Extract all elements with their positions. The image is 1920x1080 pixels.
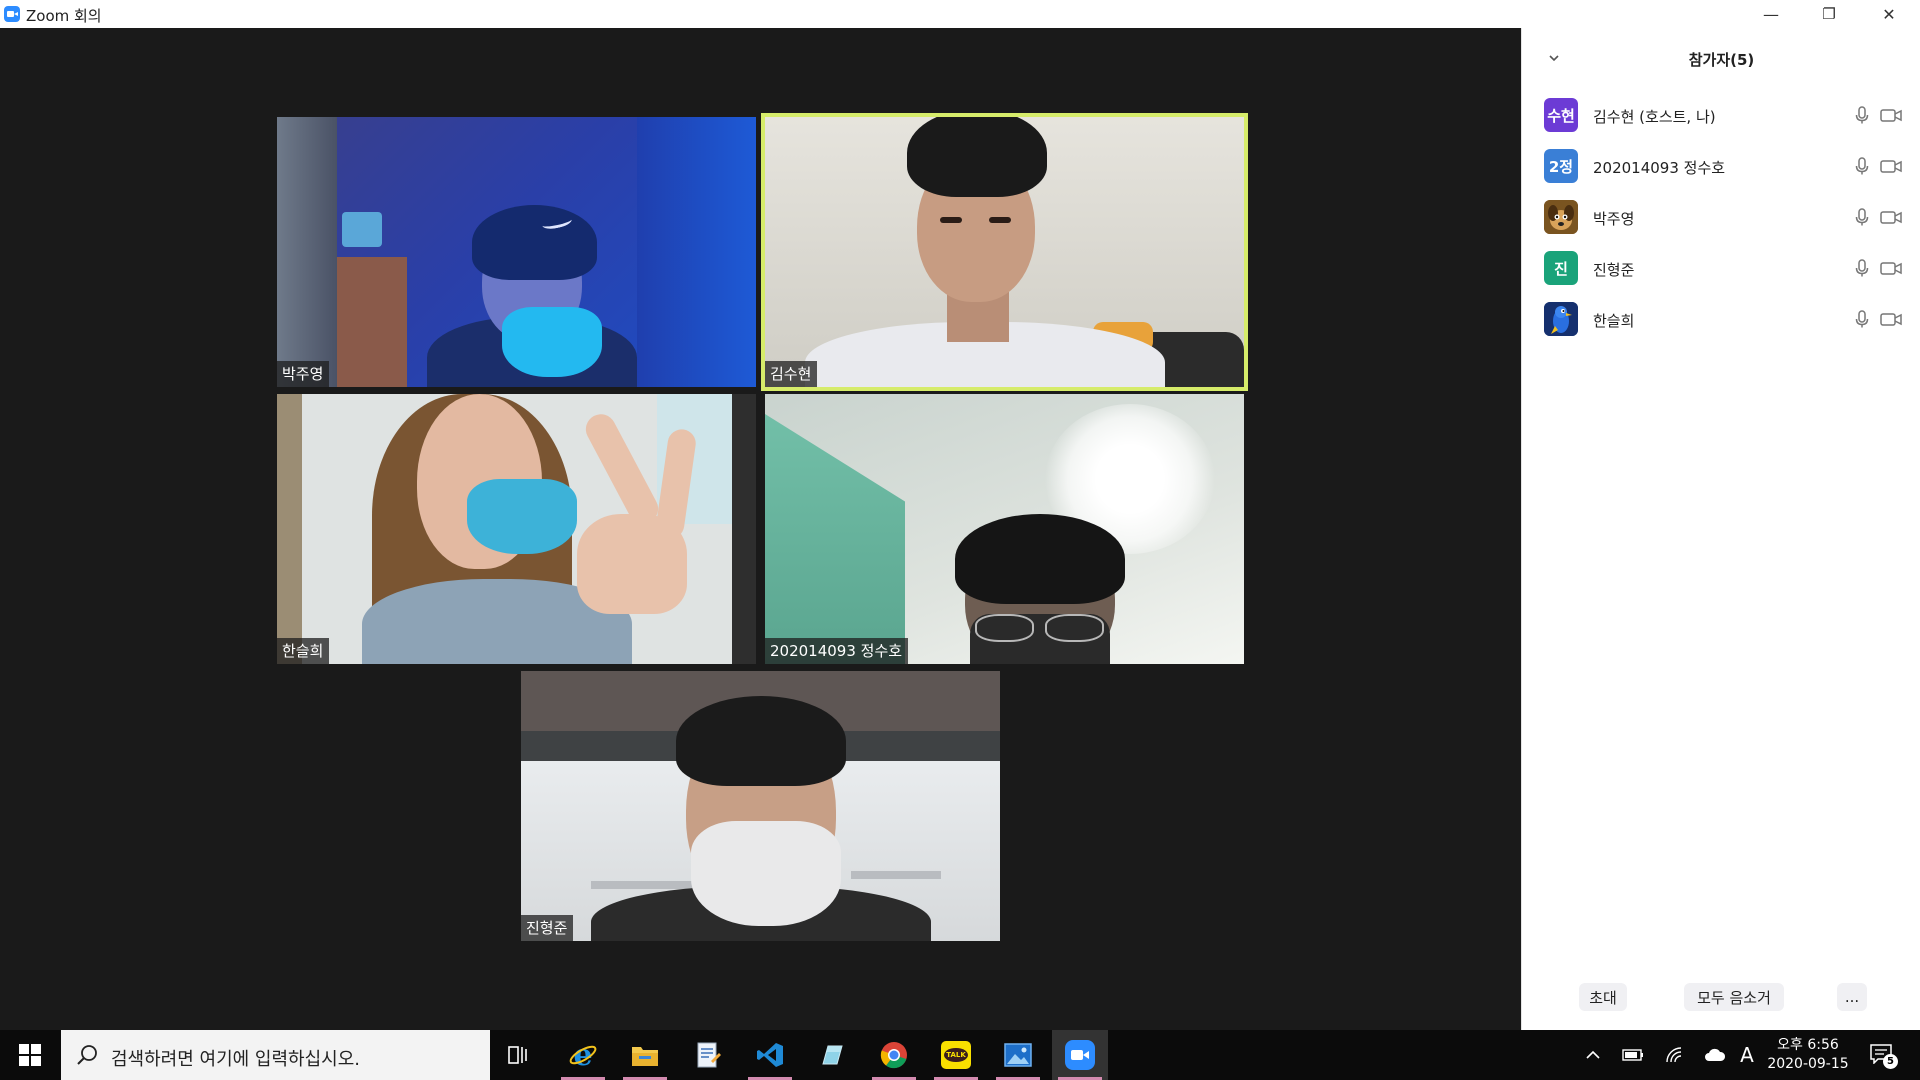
windows-logo-icon xyxy=(19,1044,41,1066)
video-camera-icon[interactable] xyxy=(1879,105,1903,125)
video-camera-icon[interactable] xyxy=(1879,258,1903,278)
mic-icon[interactable] xyxy=(1852,309,1872,329)
participant-name: 박주영 xyxy=(1593,210,1635,228)
video-gallery: 박주영 김수현 한슬희 202014093 정수호 진형준 xyxy=(0,28,1521,1030)
mic-icon[interactable] xyxy=(1852,105,1872,125)
avatar xyxy=(1544,302,1578,336)
participants-panel: 참가자(5) 수현 김수현 (호스트, 나) 2정 202014093 정수호 … xyxy=(1521,28,1920,1030)
file-explorer-icon[interactable] xyxy=(617,1030,673,1080)
video-tile[interactable]: 진형준 xyxy=(521,671,1000,941)
participant-name: 진형준 xyxy=(1593,261,1635,279)
avatar: 진 xyxy=(1544,251,1578,285)
video-camera-icon[interactable] xyxy=(1879,156,1903,176)
participant-video xyxy=(277,117,756,387)
clock-date: 2020-09-15 xyxy=(1767,1056,1849,1072)
kakaotalk-label: TALK xyxy=(944,1048,968,1062)
notification-count-badge: 5 xyxy=(1883,1054,1898,1069)
app-icon[interactable] xyxy=(804,1030,860,1080)
avatar: 2정 xyxy=(1544,149,1578,183)
participant-row[interactable]: 한슬희 xyxy=(1522,294,1920,345)
participant-name: 한슬희 xyxy=(1593,312,1635,330)
notepad-icon[interactable] xyxy=(680,1030,736,1080)
window-title-bar: Zoom 회의 — ❐ ✕ xyxy=(0,0,1920,28)
participant-list: 수현 김수현 (호스트, 나) 2정 202014093 정수호 박주영 진 진… xyxy=(1522,90,1920,345)
participant-video xyxy=(765,394,1244,664)
mic-icon[interactable] xyxy=(1852,258,1872,278)
svg-text:e: e xyxy=(573,1040,592,1070)
chevron-down-icon[interactable] xyxy=(1542,46,1566,70)
chrome-icon[interactable] xyxy=(866,1030,922,1080)
mute-all-button[interactable]: 모두 음소거 xyxy=(1684,983,1784,1011)
video-camera-icon[interactable] xyxy=(1879,207,1903,227)
notification-center-icon[interactable]: 5 xyxy=(1862,1030,1902,1080)
zoom-app-icon xyxy=(4,6,20,22)
participant-name-label: 김수현 xyxy=(765,361,818,387)
video-camera-icon[interactable] xyxy=(1879,309,1903,329)
participant-video xyxy=(765,117,1244,387)
participant-name: 김수현 (호스트, 나) xyxy=(1593,108,1716,126)
invite-button[interactable]: 초대 xyxy=(1579,983,1627,1011)
participant-row[interactable]: 박주영 xyxy=(1522,192,1920,243)
internet-explorer-icon[interactable]: e xyxy=(555,1030,611,1080)
participant-row[interactable]: 진 진형준 xyxy=(1522,243,1920,294)
kakaotalk-icon[interactable]: TALK xyxy=(928,1030,984,1080)
taskbar-search-box[interactable]: 검색하려면 여기에 입력하십시오. xyxy=(61,1030,490,1080)
restore-button[interactable]: ❐ xyxy=(1800,0,1858,28)
windows-taskbar: 검색하려면 여기에 입력하십시오. e TALK A 오후 6:56 2020-… xyxy=(0,1030,1920,1080)
more-options-button[interactable]: ... xyxy=(1837,983,1867,1011)
network-icon[interactable] xyxy=(1660,1030,1690,1080)
chevron-up-icon[interactable] xyxy=(1580,1030,1606,1080)
participant-name-label: 박주영 xyxy=(277,361,330,387)
video-tile-active-speaker[interactable]: 김수현 xyxy=(761,113,1248,391)
window-title: Zoom 회의 xyxy=(26,7,102,25)
video-tile[interactable]: 한슬희 xyxy=(277,394,756,664)
search-icon xyxy=(77,1045,97,1065)
participant-name: 202014093 정수호 xyxy=(1593,159,1726,177)
video-tile[interactable]: 박주영 xyxy=(277,117,756,387)
windows-start-button[interactable] xyxy=(0,1030,60,1080)
dog-profile-picture xyxy=(1544,200,1578,234)
avatar xyxy=(1544,200,1578,234)
participant-row[interactable]: 2정 202014093 정수호 xyxy=(1522,141,1920,192)
participant-name-label: 진형준 xyxy=(521,915,574,941)
participant-name-label: 202014093 정수호 xyxy=(765,638,909,664)
battery-icon[interactable] xyxy=(1618,1030,1648,1080)
participant-row[interactable]: 수현 김수현 (호스트, 나) xyxy=(1522,90,1920,141)
search-placeholder: 검색하려면 여기에 입력하십시오. xyxy=(111,1049,361,1070)
minimize-button[interactable]: — xyxy=(1742,0,1800,28)
bird-profile-picture xyxy=(1544,302,1578,336)
input-method-indicator[interactable]: A xyxy=(1736,1030,1758,1080)
mic-icon[interactable] xyxy=(1852,156,1872,176)
clock-time: 오후 6:56 xyxy=(1777,1037,1839,1053)
participant-video xyxy=(521,671,1000,941)
panel-header: 참가자(5) xyxy=(1522,46,1920,70)
visual-studio-code-icon[interactable] xyxy=(742,1030,798,1080)
panel-title: 참가자(5) xyxy=(1688,51,1755,69)
panel-footer: 초대 모두 음소거 ... xyxy=(1522,983,1920,1015)
zoom-icon[interactable] xyxy=(1052,1030,1108,1080)
mic-icon[interactable] xyxy=(1852,207,1872,227)
taskbar-clock[interactable]: 오후 6:56 2020-09-15 xyxy=(1762,1036,1854,1074)
video-tile[interactable]: 202014093 정수호 xyxy=(765,394,1244,664)
close-button[interactable]: ✕ xyxy=(1858,0,1920,28)
photos-icon[interactable] xyxy=(990,1030,1046,1080)
participant-name-label: 한슬희 xyxy=(277,638,330,664)
participant-video xyxy=(277,394,756,664)
onedrive-cloud-icon[interactable] xyxy=(1700,1030,1730,1080)
avatar: 수현 xyxy=(1544,98,1578,132)
task-view-icon[interactable] xyxy=(492,1030,548,1080)
